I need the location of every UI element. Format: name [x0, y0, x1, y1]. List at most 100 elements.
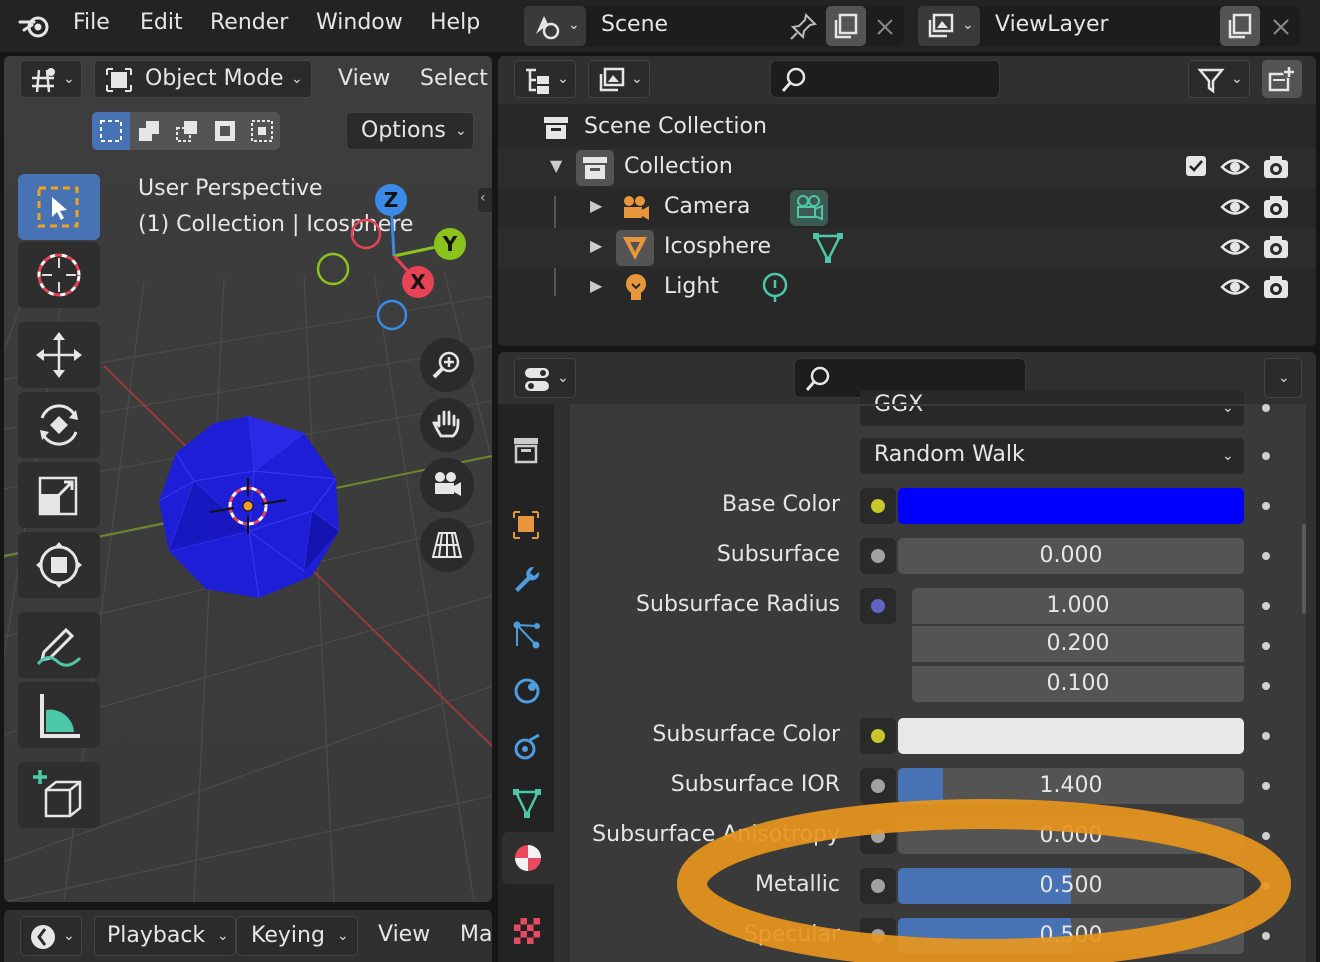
- outliner-row-light[interactable]: ▶ Light: [498, 268, 1316, 308]
- keyframe-dot[interactable]: [1262, 404, 1270, 412]
- select-invert-button[interactable]: [206, 112, 244, 150]
- viewlayer-browse-button[interactable]: ⌄: [918, 6, 980, 46]
- select-extend-button[interactable]: [130, 112, 168, 150]
- playback-menu[interactable]: Playback ⌄: [94, 916, 236, 956]
- display-mode-button[interactable]: ⌄: [588, 60, 650, 98]
- expand-arrow-icon[interactable]: ▶: [590, 196, 602, 215]
- viewport-menu-view[interactable]: View: [338, 66, 390, 91]
- eye-icon[interactable]: [1220, 234, 1250, 260]
- outliner-editor-type-button[interactable]: ⌄: [514, 60, 576, 98]
- render-camera-icon[interactable]: [1262, 193, 1290, 221]
- tool-cursor[interactable]: [18, 242, 100, 308]
- radius-z-field[interactable]: 0.100: [912, 666, 1244, 702]
- mesh-data-icon[interactable]: [812, 232, 844, 264]
- close-icon[interactable]: [1270, 16, 1292, 38]
- filter-button[interactable]: ⌄: [1188, 60, 1250, 98]
- menu-edit[interactable]: Edit: [140, 10, 183, 35]
- camera-data-icon-box[interactable]: [790, 190, 828, 226]
- outliner-search-input[interactable]: [770, 60, 1000, 98]
- new-viewlayer-button[interactable]: [1220, 6, 1260, 46]
- select-subtract-button[interactable]: [168, 112, 206, 150]
- close-icon[interactable]: [874, 16, 896, 38]
- expand-arrow-icon[interactable]: ▶: [590, 276, 602, 295]
- tool-select-box[interactable]: [18, 174, 100, 240]
- eye-icon[interactable]: [1220, 154, 1250, 180]
- tool-transform[interactable]: [18, 532, 100, 598]
- outliner-row-camera[interactable]: ▶ Camera: [498, 188, 1316, 228]
- properties-options-button[interactable]: ⌄: [1264, 358, 1302, 398]
- keyframe-dot[interactable]: [1262, 642, 1270, 650]
- subsurface-color-socket[interactable]: [860, 718, 896, 754]
- viewport-3d[interactable]: ⌄ Object Mode ⌄ View Select Options ⌄ Us…: [4, 56, 492, 902]
- keyframe-dot[interactable]: [1262, 452, 1270, 460]
- viewport-menu-select[interactable]: Select: [420, 66, 488, 91]
- hand-icon: [432, 410, 460, 438]
- timeline-menu-view[interactable]: View: [378, 922, 430, 947]
- options-dropdown[interactable]: Options ⌄: [346, 112, 474, 150]
- zoom-button[interactable]: [420, 338, 474, 392]
- menu-render[interactable]: Render: [210, 10, 288, 35]
- scene-name[interactable]: Scene: [601, 12, 668, 37]
- pan-button[interactable]: [420, 398, 474, 452]
- menu-help[interactable]: Help: [430, 10, 480, 35]
- ortho-toggle-button[interactable]: [420, 518, 474, 572]
- scene-browse-button[interactable]: ⌄: [524, 6, 586, 46]
- render-camera-icon[interactable]: [1262, 153, 1290, 181]
- keyframe-dot[interactable]: [1262, 602, 1270, 610]
- tool-scale[interactable]: [18, 462, 100, 528]
- subsurface-socket[interactable]: [860, 538, 896, 574]
- camera-view-button[interactable]: [420, 458, 474, 512]
- base-color-socket[interactable]: [860, 488, 896, 524]
- subsurface-method-dropdown[interactable]: Random Walk ⌄: [860, 438, 1244, 474]
- light-data-icon[interactable]: [760, 272, 790, 304]
- base-color-swatch[interactable]: [898, 488, 1244, 524]
- new-scene-button[interactable]: [826, 6, 866, 46]
- render-camera-icon[interactable]: [1262, 273, 1290, 301]
- distribution-dropdown[interactable]: GGX ⌄: [860, 390, 1244, 426]
- tool-annotate[interactable]: [18, 612, 100, 678]
- outliner-row-icosphere[interactable]: ▶ Icosphere: [498, 228, 1316, 268]
- outliner-row-scene-collection[interactable]: Scene Collection: [498, 108, 1316, 148]
- tool-measure[interactable]: [18, 682, 100, 748]
- menu-window[interactable]: Window: [316, 10, 403, 35]
- render-camera-icon[interactable]: [1262, 233, 1290, 261]
- properties-editor-type-button[interactable]: ⌄: [514, 358, 576, 398]
- tab-tool-icon[interactable]: [512, 436, 540, 466]
- expand-arrow-icon[interactable]: ▼: [550, 156, 562, 175]
- keying-menu[interactable]: Keying ⌄: [236, 916, 358, 956]
- tool-rotate[interactable]: [18, 392, 100, 458]
- viewlayer-name[interactable]: ViewLayer: [995, 12, 1109, 37]
- keyframe-dot[interactable]: [1262, 502, 1270, 510]
- subsurface-radius-socket[interactable]: [860, 588, 896, 624]
- timeline-editor-type-button[interactable]: ⌄: [20, 916, 82, 956]
- new-collection-button[interactable]: [1262, 60, 1302, 98]
- tab-modifier-wrench-icon[interactable]: [512, 564, 542, 594]
- eye-icon[interactable]: [1220, 194, 1250, 220]
- eye-icon[interactable]: [1220, 274, 1250, 300]
- radius-y-field[interactable]: 0.200: [912, 626, 1244, 662]
- select-new-button[interactable]: [92, 112, 130, 150]
- editor-type-button[interactable]: ⌄: [20, 60, 82, 98]
- outliner-row-collection[interactable]: ▼ Collection: [498, 148, 1316, 188]
- mode-dropdown[interactable]: Object Mode ⌄: [94, 60, 312, 98]
- keyframe-dot[interactable]: [1262, 782, 1270, 790]
- timeline-menu-marker[interactable]: Ma: [460, 922, 492, 947]
- blender-logo-icon[interactable]: [18, 10, 54, 42]
- properties-scrollbar[interactable]: [1302, 524, 1306, 614]
- subsurface-field[interactable]: 0.000: [898, 538, 1244, 574]
- tab-physics-icon[interactable]: [512, 676, 542, 706]
- timeline-header: ⌄ Playback ⌄ Keying ⌄ View Ma: [4, 910, 492, 962]
- keyframe-dot[interactable]: [1262, 682, 1270, 690]
- pin-icon[interactable]: [788, 12, 818, 42]
- subsurface-color-swatch[interactable]: [898, 718, 1244, 754]
- exclude-checkbox[interactable]: [1186, 156, 1206, 176]
- keyframe-dot[interactable]: [1262, 552, 1270, 560]
- expand-arrow-icon[interactable]: ▶: [590, 236, 602, 255]
- tool-add-cube[interactable]: [18, 762, 100, 828]
- tab-particles-icon[interactable]: [512, 620, 542, 650]
- tool-move[interactable]: [18, 322, 100, 388]
- select-intersect-button[interactable]: [244, 112, 280, 150]
- keyframe-dot[interactable]: [1262, 732, 1270, 740]
- menu-file[interactable]: File: [73, 10, 110, 35]
- radius-x-field[interactable]: 1.000: [912, 588, 1244, 624]
